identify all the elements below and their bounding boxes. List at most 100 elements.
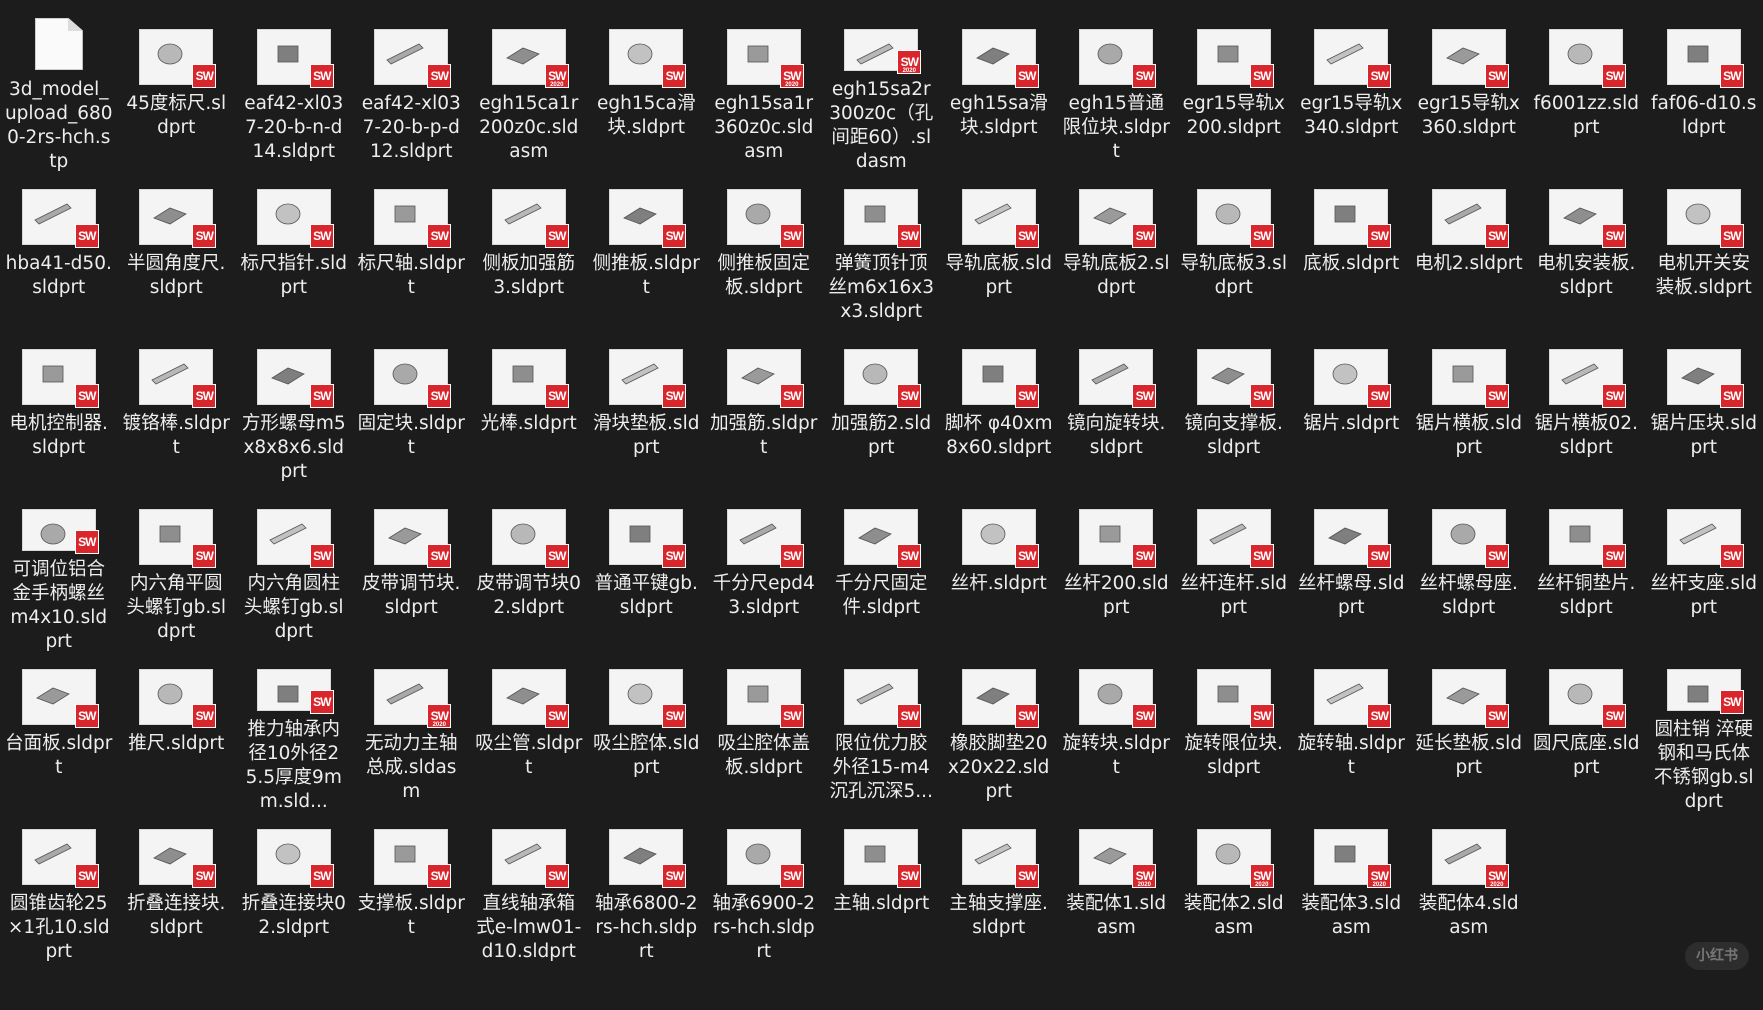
file-item[interactable]: SW 加强筋2.sldprt	[823, 334, 941, 494]
file-item[interactable]: SW egh15ca滑块.sldprt	[588, 14, 706, 174]
file-item[interactable]: SW 电机2.sldprt	[1410, 174, 1528, 334]
file-item[interactable]: SW 圆锥齿轮25×1孔10.sldprt	[0, 814, 118, 974]
file-item[interactable]: SW 可调位铝合金手柄螺丝m4x10.sldprt	[0, 494, 118, 654]
file-item[interactable]: SW hba41-d50.sldprt	[0, 174, 118, 334]
file-item[interactable]: SW 吸尘腔体.sldprt	[588, 654, 706, 814]
file-item[interactable]: SW 皮带调节块.sldprt	[353, 494, 471, 654]
file-item[interactable]: SW 导轨底板2.sldprt	[1058, 174, 1176, 334]
file-item[interactable]: SW egh15sa2r300z0c（孔间距60）.sldasm	[823, 14, 941, 174]
file-item[interactable]: SW 电机安装板.sldprt	[1528, 174, 1646, 334]
file-item[interactable]: SW 电机开关安装板.sldprt	[1645, 174, 1763, 334]
file-item[interactable]: SW 锯片横板02.sldprt	[1528, 334, 1646, 494]
file-item[interactable]: SW 吸尘腔体盖板.sldprt	[705, 654, 823, 814]
file-item[interactable]: SW 吸尘管.sldprt	[470, 654, 588, 814]
file-item[interactable]: SW 丝杆支座.sldprt	[1645, 494, 1763, 654]
solidworks-badge-icon: SW	[1132, 704, 1157, 728]
file-item[interactable]: SW egh15sa滑块.sldprt	[940, 14, 1058, 174]
file-item[interactable]: SW 固定块.sldprt	[353, 334, 471, 494]
file-item[interactable]: SW f6001zz.sldprt	[1528, 14, 1646, 174]
file-item[interactable]: SW egh15ca1r200z0c.sldasm	[470, 14, 588, 174]
file-item[interactable]: SW 装配体4.sldasm	[1410, 814, 1528, 974]
file-item[interactable]: SW 无动力主轴总成.sldasm	[353, 654, 471, 814]
file-item[interactable]: SW 主轴支撑座.sldprt	[940, 814, 1058, 974]
part-preview-icon	[623, 847, 658, 865]
file-item[interactable]: SW 锯片横板.sldprt	[1410, 334, 1528, 494]
file-item[interactable]: SW eaf42-xl037-20-b-p-d12.sldprt	[353, 14, 471, 174]
file-item[interactable]: SW egr15导轨x360.sldprt	[1410, 14, 1528, 174]
file-item[interactable]: SW 半圆角度尺.sldprt	[118, 174, 236, 334]
file-item[interactable]: SW 侧板加强筋3.sldprt	[470, 174, 588, 334]
file-item[interactable]: SW 侧推板.sldprt	[588, 174, 706, 334]
file-item[interactable]: SW 轴承6800-2rs-hch.sldprt	[588, 814, 706, 974]
file-item[interactable]: SW 轴承6900-2rs-hch.sldprt	[705, 814, 823, 974]
file-item[interactable]: SW 内六角平圆头螺钉gb.sldprt	[118, 494, 236, 654]
solidworks-badge-icon: SW	[662, 384, 687, 408]
file-item[interactable]: SW 镀铬棒.sldprt	[118, 334, 236, 494]
file-item[interactable]: SW 丝杆铜垫片.sldprt	[1528, 494, 1646, 654]
part-preview-icon	[1328, 527, 1363, 545]
file-item[interactable]: SW 旋转轴.sldprt	[1293, 654, 1411, 814]
file-item[interactable]: SW 丝杆螺母座.sldprt	[1410, 494, 1528, 654]
solidworks-part-icon: SW	[1315, 350, 1392, 408]
file-item[interactable]: SW 折叠连接块02.sldprt	[235, 814, 353, 974]
file-item[interactable]: SW 装配体2.sldasm	[1175, 814, 1293, 974]
solidworks-part-icon: SW	[962, 30, 1039, 88]
file-item[interactable]: SW 镜向旋转块.sldprt	[1058, 334, 1176, 494]
part-preview-icon	[858, 527, 893, 545]
file-item[interactable]: SW 光棒.sldprt	[470, 334, 588, 494]
file-item[interactable]: SW 千分尺epd43.sldprt	[705, 494, 823, 654]
file-item[interactable]: SW 折叠连接块.sldprt	[118, 814, 236, 974]
file-item[interactable]: SW 镜向支撑板.sldprt	[1175, 334, 1293, 494]
file-item[interactable]: SW 弹簧顶针顶丝m6x16x3x3.sldprt	[823, 174, 941, 334]
file-item[interactable]: SW 限位优力胶外径15-m4沉孔沉深5...	[823, 654, 941, 814]
file-item[interactable]: SW faf06-d10.sldprt	[1645, 14, 1763, 174]
file-item[interactable]: SW 侧推板固定板.sldprt	[705, 174, 823, 334]
file-item[interactable]: SW 标尺指针.sldprt	[235, 174, 353, 334]
file-item[interactable]: SW 标尺轴.sldprt	[353, 174, 471, 334]
file-item[interactable]: SW eaf42-xl037-20-b-n-d14.sldprt	[235, 14, 353, 174]
file-item[interactable]: SW 圆柱销 淬硬钢和马氏体不锈钢gb.sldprt	[1645, 654, 1763, 814]
file-item[interactable]: SW 直线轴承箱式e-lmw01-d10.sldprt	[470, 814, 588, 974]
file-item[interactable]: SW 圆尺底座.sldprt	[1528, 654, 1646, 814]
file-item[interactable]: SW 支撑板.sldprt	[353, 814, 471, 974]
file-item[interactable]: SW egh15sa1r360z0c.sldasm	[705, 14, 823, 174]
file-item[interactable]: SW 推力轴承内径10外径25.5厚度9mm.sld...	[235, 654, 353, 814]
file-item[interactable]: SW 锯片压块.sldprt	[1645, 334, 1763, 494]
file-item[interactable]: SW 装配体1.sldasm	[1058, 814, 1176, 974]
file-item[interactable]: SW 丝杆200.sldprt	[1058, 494, 1176, 654]
file-item[interactable]: SW 装配体3.sldasm	[1293, 814, 1411, 974]
part-preview-icon	[386, 43, 424, 65]
part-preview-icon	[504, 203, 542, 225]
file-item[interactable]: SW 千分尺固定件.sldprt	[823, 494, 941, 654]
file-item[interactable]: SW egr15导轨x340.sldprt	[1293, 14, 1411, 174]
file-item[interactable]: SW 导轨底板3.sldprt	[1175, 174, 1293, 334]
file-item[interactable]: SW egh15普通限位块.sldprt	[1058, 14, 1176, 174]
file-item[interactable]: SW 45度标尺.sldprt	[118, 14, 236, 174]
file-item[interactable]: SW 加强筋.sldprt	[705, 334, 823, 494]
file-item[interactable]: SW 普通平键gb.sldprt	[588, 494, 706, 654]
file-item[interactable]: SW 脚杯 φ40xm8x60.sldprt	[940, 334, 1058, 494]
file-item[interactable]: SW 底板.sldprt	[1293, 174, 1411, 334]
part-preview-icon	[392, 363, 418, 385]
solidworks-part-icon: SW	[962, 190, 1039, 248]
file-item[interactable]: SW 主轴.sldprt	[823, 814, 941, 974]
file-item[interactable]: SW 滑块垫板.sldprt	[588, 334, 706, 494]
file-item[interactable]: SW 旋转块.sldprt	[1058, 654, 1176, 814]
file-item[interactable]: SW 皮带调节块02.sldprt	[470, 494, 588, 654]
file-item[interactable]: SW 推尺.sldprt	[118, 654, 236, 814]
file-item[interactable]: SW 台面板.sldprt	[0, 654, 118, 814]
file-item[interactable]: SW 内六角圆柱头螺钉gb.sldprt	[235, 494, 353, 654]
file-item[interactable]: SW 丝杆.sldprt	[940, 494, 1058, 654]
file-item[interactable]: SW 丝杆螺母.sldprt	[1293, 494, 1411, 654]
file-item[interactable]: 3d_model_upload_6800-2rs-hch.stp	[0, 14, 118, 174]
file-item[interactable]: SW 方形螺母m5x8x8x6.sldprt	[235, 334, 353, 494]
file-item[interactable]: SW 电机控制器.sldprt	[0, 334, 118, 494]
file-item[interactable]: SW 旋转限位块.sldprt	[1175, 654, 1293, 814]
solidworks-part-icon: SW	[140, 830, 217, 888]
file-item[interactable]: SW 延长垫板.sldprt	[1410, 654, 1528, 814]
file-item[interactable]: SW 导轨底板.sldprt	[940, 174, 1058, 334]
file-item[interactable]: SW 锯片.sldprt	[1293, 334, 1411, 494]
file-item[interactable]: SW 橡胶脚垫20x20x22.sldprt	[940, 654, 1058, 814]
file-item[interactable]: SW 丝杆连杆.sldprt	[1175, 494, 1293, 654]
file-item[interactable]: SW egr15导轨x200.sldprt	[1175, 14, 1293, 174]
